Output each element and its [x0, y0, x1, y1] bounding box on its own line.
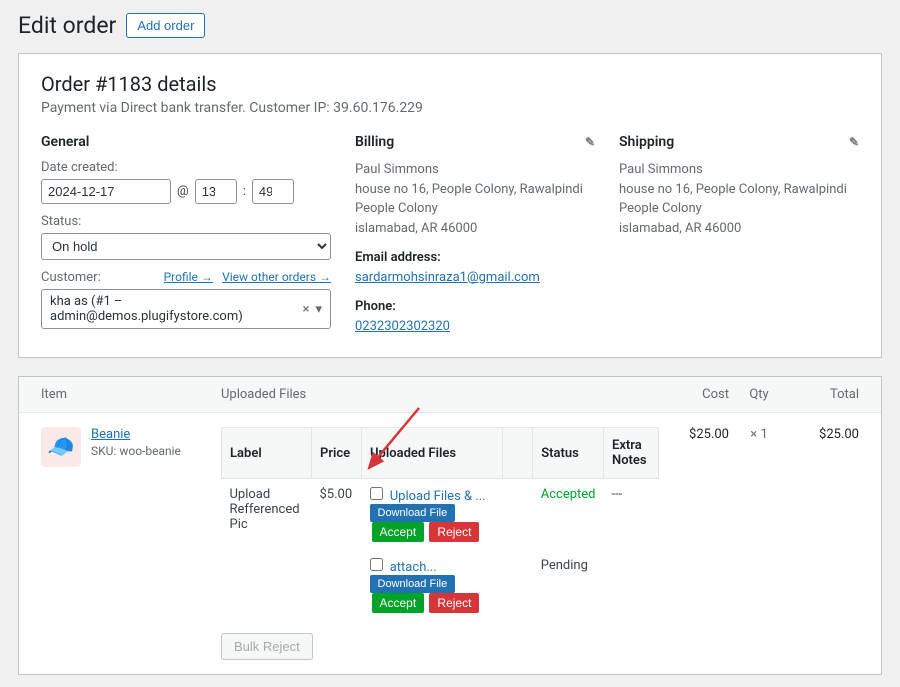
customer-select[interactable]: kha as (#1 – admin@demos.plugifystore.co… [41, 289, 331, 329]
billing-line2: People Colony [355, 199, 595, 219]
file-row: Upload Refferenced Pic $5.00 Upload File… [222, 479, 659, 551]
file-status: Pending [533, 550, 604, 621]
status-label: Status: [41, 214, 331, 229]
general-heading: General [41, 134, 331, 150]
file-checkbox[interactable] [370, 558, 383, 571]
file-status: Accepted [533, 479, 604, 551]
file-checkbox[interactable] [370, 487, 383, 500]
th-item: Item [41, 387, 221, 402]
th-cost: Cost [659, 387, 729, 402]
reject-button[interactable]: Reject [429, 522, 479, 542]
file-notes: --- [604, 479, 659, 551]
status-select[interactable]: On hold [41, 233, 331, 260]
items-card: Item Uploaded Files Cost Qty Total 🧢 Bea… [18, 376, 882, 675]
hour-input[interactable] [195, 179, 237, 204]
beanie-icon: 🧢 [47, 435, 74, 460]
th-label: Label [222, 428, 312, 479]
th-notes: Extra Notes [604, 428, 659, 479]
accept-button[interactable]: Accept [372, 522, 425, 542]
product-name-link[interactable]: Beanie [91, 427, 130, 442]
accept-button[interactable]: Accept [372, 593, 425, 613]
th-qty: Qty [729, 387, 789, 402]
download-file-button[interactable]: Download File [370, 504, 456, 522]
download-file-button[interactable]: Download File [370, 575, 456, 593]
order-details-card: Order #1183 details Payment via Direct b… [18, 53, 882, 358]
minute-input[interactable] [252, 179, 294, 204]
item-cost: $25.00 [659, 427, 729, 660]
billing-line3: islamabad, AR 46000 [355, 219, 595, 239]
order-title: Order #1183 details [41, 72, 859, 96]
date-created-input[interactable] [41, 179, 171, 204]
item-total: $25.00 [789, 427, 859, 660]
billing-name: Paul Simmons [355, 160, 595, 180]
billing-email-link[interactable]: sardarmohsinraza1@gmail.com [355, 270, 540, 285]
shipping-name: Paul Simmons [619, 160, 859, 180]
email-label: Email address: [355, 248, 595, 268]
phone-label: Phone: [355, 297, 595, 317]
uploaded-files-table: Label Price Uploaded Files Status Extra … [221, 427, 659, 621]
shipping-line3: islamabad, AR 46000 [619, 219, 859, 239]
edit-billing-icon[interactable]: ✎ [585, 135, 595, 149]
billing-phone-link[interactable]: 0232302302320 [355, 319, 450, 334]
th-total: Total [789, 387, 859, 402]
th-uploaded-files: Uploaded Files [221, 387, 659, 402]
th-price: Price [312, 428, 362, 479]
file-name-link[interactable]: attach... [390, 560, 437, 575]
edit-shipping-icon[interactable]: ✎ [849, 135, 859, 149]
bulk-reject-button[interactable]: Bulk Reject [221, 633, 313, 660]
chevron-down-icon[interactable]: ▾ [315, 302, 322, 317]
row-label: Upload Refferenced Pic [222, 479, 312, 622]
billing-heading: Billing [355, 134, 394, 150]
th-files: Uploaded Files [362, 428, 503, 479]
billing-line1: house no 16, People Colony, Rawalpindi [355, 180, 595, 200]
clear-icon[interactable]: × [303, 302, 310, 317]
order-subtitle: Payment via Direct bank transfer. Custom… [41, 100, 859, 116]
add-order-button[interactable]: Add order [126, 13, 205, 38]
item-qty: × 1 [729, 427, 789, 660]
shipping-heading: Shipping [619, 134, 674, 150]
page-title: Edit order [18, 12, 116, 39]
shipping-line2: People Colony [619, 199, 859, 219]
at-symbol: @ [177, 184, 189, 199]
view-other-orders-link[interactable]: View other orders → [222, 270, 331, 284]
reject-button[interactable]: Reject [429, 593, 479, 613]
th-status: Status [533, 428, 604, 479]
file-name-link[interactable]: Upload Files & ... [390, 489, 486, 504]
date-created-label: Date created: [41, 160, 331, 175]
customer-label: Customer: [41, 270, 101, 285]
shipping-line1: house no 16, People Colony, Rawalpindi [619, 180, 859, 200]
row-price: $5.00 [312, 479, 362, 622]
profile-link[interactable]: Profile → [164, 270, 213, 284]
product-thumbnail: 🧢 [41, 427, 81, 467]
